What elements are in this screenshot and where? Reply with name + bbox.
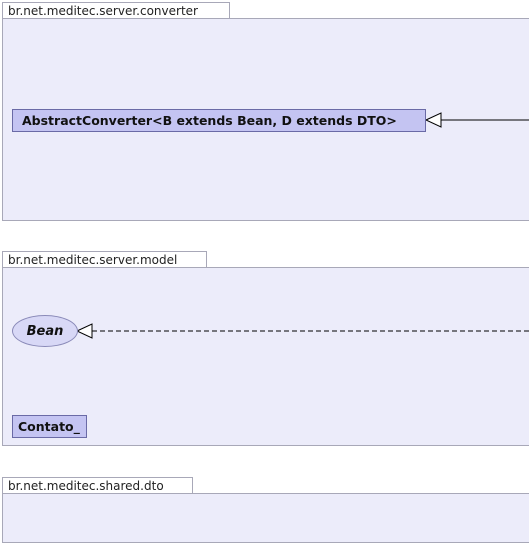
realization-edge (75, 323, 529, 339)
class-abstract-converter-label: AbstractConverter<B extends Bean, D exte… (22, 113, 397, 128)
relations-layer (75, 112, 529, 339)
interface-bean-label: Bean (26, 323, 64, 339)
generalization-edge (424, 112, 529, 128)
class-contato[interactable]: Contato_ (12, 415, 87, 438)
class-contato-label: Contato_ (18, 419, 80, 434)
class-abstract-converter[interactable]: AbstractConverter<B extends Bean, D exte… (12, 109, 426, 132)
generalization-arrowhead (424, 112, 442, 128)
interface-bean[interactable]: Bean (12, 315, 78, 347)
realization-arrowhead (75, 323, 93, 339)
